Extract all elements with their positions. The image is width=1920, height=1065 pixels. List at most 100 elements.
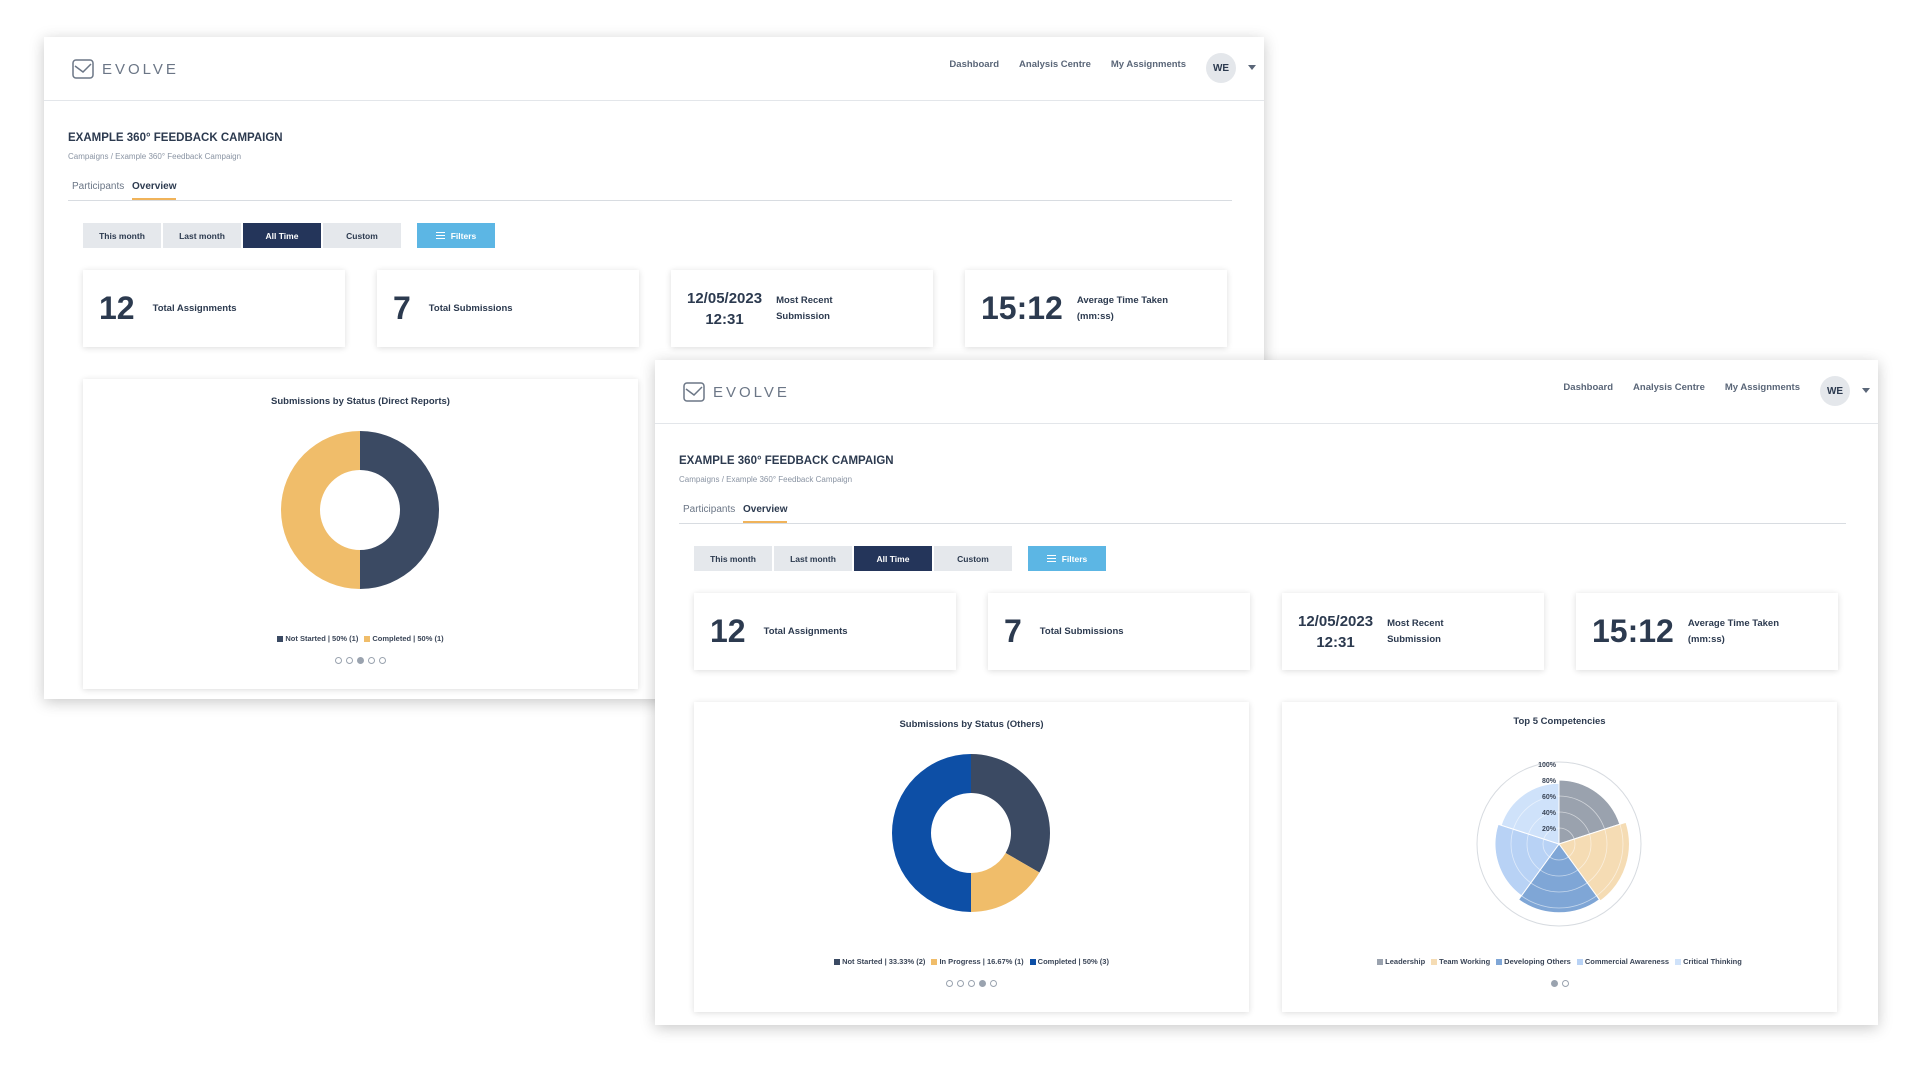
pie-slice[interactable] (360, 431, 440, 589)
carousel-dot[interactable] (379, 657, 386, 664)
carousel-dot[interactable] (990, 980, 997, 987)
carousel-dots (1282, 974, 1837, 992)
nav-dashboard[interactable]: Dashboard (1563, 382, 1613, 393)
breadcrumb[interactable]: Campaigns / Example 360° Feedback Campai… (679, 475, 852, 484)
avg-time-value: 15:12 (981, 290, 1063, 326)
legend-swatch (1496, 959, 1503, 966)
legend-swatch (1576, 959, 1583, 966)
recent-submission-date: 12/05/2023 (1298, 612, 1374, 630)
legend-item[interactable]: Commercial Awareness (1576, 957, 1669, 966)
carousel-dot[interactable] (946, 980, 953, 987)
carousel-dot[interactable] (357, 657, 364, 664)
avg-time-label: Average Time Taken (mm:ss) (1076, 294, 1169, 322)
page-title: EXAMPLE 360° FEEDBACK CAMPAIGN (679, 455, 894, 467)
chevron-down-icon[interactable] (1248, 65, 1256, 70)
legend-swatch (931, 959, 938, 966)
status-chart-panel: Submissions by Status (Direct Reports) N… (83, 379, 638, 689)
main-nav: Dashboard Analysis Centre My Assignments (949, 59, 1186, 70)
this-month-button[interactable]: This month (83, 223, 161, 248)
radial-tick-label: 60% (1542, 794, 1557, 801)
legend-item[interactable]: Completed | 50% (3) (1029, 957, 1109, 966)
top-navbar: EVOLVE Dashboard Analysis Centre My Assi… (44, 37, 1264, 101)
pie-slice[interactable] (280, 431, 360, 589)
legend-swatch (1377, 959, 1384, 966)
app-name: EVOLVE (102, 60, 179, 78)
tab-participants[interactable]: Participants (683, 504, 735, 521)
legend-item[interactable]: Critical Thinking (1675, 957, 1742, 966)
legend-swatch (1675, 959, 1682, 966)
legend-item[interactable]: In Progress | 16.67% (1) (931, 957, 1024, 966)
carousel-dot[interactable] (346, 657, 353, 664)
nav-my-assignments[interactable]: My Assignments (1725, 382, 1800, 393)
legend-item[interactable]: Leadership (1377, 957, 1425, 966)
time-range-selector: This month Last month All Time Custom (83, 223, 401, 248)
carousel-dot[interactable] (335, 657, 342, 664)
total-assignments-card: 12 Total Assignments (694, 593, 956, 670)
carousel-dot[interactable] (1550, 980, 1558, 987)
total-assignments-label: Total Assignments (763, 626, 848, 637)
legend-swatch (834, 959, 841, 966)
carousel-dot[interactable] (1561, 980, 1569, 987)
avatar[interactable]: WE (1206, 53, 1236, 83)
chart-legend: Not Started | 50% (1) Completed | 50% (1) (83, 634, 638, 643)
pie-slice[interactable] (971, 754, 1050, 873)
dashboard-window-front: EVOLVE Dashboard Analysis Centre My Assi… (655, 360, 1878, 1025)
last-month-button[interactable]: Last month (774, 546, 852, 571)
recent-submission-label: Most Recent Submission (776, 294, 833, 322)
tab-bar: Participants Overview (68, 177, 1232, 201)
legend-item[interactable]: Not Started | 50% (1) (277, 634, 358, 643)
legend-item[interactable]: Team Working (1431, 957, 1490, 966)
carousel-dot[interactable] (957, 980, 964, 987)
tab-overview[interactable]: Overview (743, 504, 788, 523)
recent-submission-datetime: 12/05/2023 12:31 (687, 288, 762, 330)
last-month-button[interactable]: Last month (163, 223, 241, 248)
evolve-logo[interactable]: EVOLVE (72, 59, 179, 79)
legend-item[interactable]: Developing Others (1496, 957, 1571, 966)
carousel-dot[interactable] (368, 657, 375, 664)
total-submissions-label: Total Submissions (1039, 626, 1124, 637)
legend-item[interactable]: Completed | 50% (1) (364, 634, 444, 643)
nav-analysis-centre[interactable]: Analysis Centre (1019, 59, 1091, 70)
legend-item[interactable]: Not Started | 33.33% (2) (834, 957, 925, 966)
legend-label: Developing Others (1504, 957, 1571, 966)
this-month-button[interactable]: This month (694, 546, 772, 571)
tab-participants[interactable]: Participants (72, 181, 124, 198)
carousel-dot[interactable] (979, 980, 986, 987)
legend-swatch (1029, 959, 1036, 966)
legend-label: Completed | 50% (1) (372, 634, 444, 643)
total-submissions-card: 7 Total Submissions (988, 593, 1250, 670)
total-submissions-label: Total Submissions (428, 303, 513, 314)
avg-time-card: 15:12 Average Time Taken (mm:ss) (1576, 593, 1838, 670)
legend-label: Completed | 50% (3) (1037, 957, 1109, 966)
pie-slice[interactable] (891, 754, 971, 912)
envelope-logo-icon (683, 382, 705, 402)
custom-button[interactable]: Custom (934, 546, 1012, 571)
total-assignments-card: 12 Total Assignments (83, 270, 345, 347)
chevron-down-icon[interactable] (1862, 388, 1870, 393)
legend-swatch (277, 636, 284, 643)
recent-submission-label: Most Recent Submission (1387, 617, 1444, 645)
legend-label: Not Started | 33.33% (2) (842, 957, 926, 966)
carousel-dot[interactable] (968, 980, 975, 987)
chart-legend: Not Started | 33.33% (2) In Progress | 16… (694, 957, 1249, 966)
nav-analysis-centre[interactable]: Analysis Centre (1633, 382, 1705, 393)
nav-dashboard[interactable]: Dashboard (949, 59, 999, 70)
recent-submission-date: 12/05/2023 (687, 289, 763, 307)
tab-overview[interactable]: Overview (132, 181, 177, 200)
avg-time-card: 15:12 Average Time Taken (mm:ss) (965, 270, 1227, 347)
recent-submission-time: 12:31 (1316, 633, 1355, 651)
filters-button[interactable]: Filters (417, 223, 495, 248)
all-time-button[interactable]: All Time (243, 223, 321, 248)
radial-tick-label: 80% (1542, 778, 1557, 785)
radial-tick-label: 20% (1542, 826, 1557, 833)
filter-icon (435, 232, 445, 239)
avatar[interactable]: WE (1820, 376, 1850, 406)
custom-button[interactable]: Custom (323, 223, 401, 248)
breadcrumb[interactable]: Campaigns / Example 360° Feedback Campai… (68, 152, 241, 161)
chart-legend: Leadership Team Working Developing Others C… (1282, 957, 1837, 966)
filters-button[interactable]: Filters (1028, 546, 1106, 571)
filters-label: Filters (1061, 553, 1088, 564)
all-time-button[interactable]: All Time (854, 546, 932, 571)
evolve-logo[interactable]: EVOLVE (683, 382, 790, 402)
nav-my-assignments[interactable]: My Assignments (1111, 59, 1186, 70)
